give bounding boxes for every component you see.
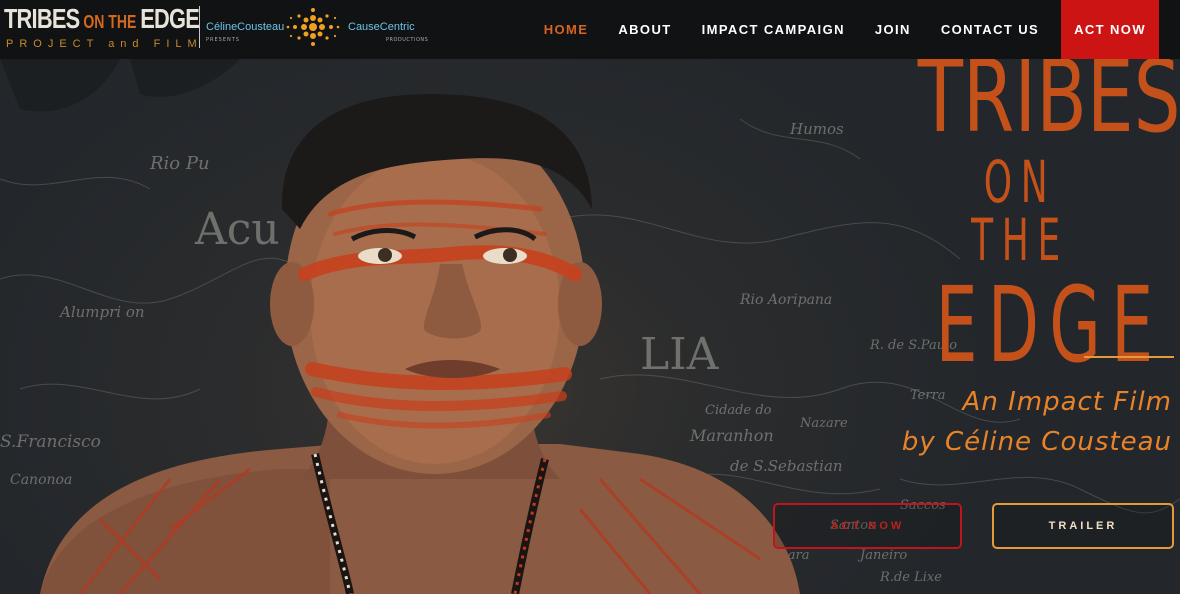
logo-title: TRIBES ON THE EDGE (4, 3, 200, 34)
title-divider (1084, 356, 1174, 358)
map-label: LIA (640, 329, 720, 380)
nav-home[interactable]: HOME (529, 0, 604, 59)
tagline-line-1: An Impact Film (962, 387, 1172, 417)
map-label: Canonoa (10, 472, 72, 488)
celine-cousteau-logo: CélineCousteau (206, 21, 285, 33)
causecentric-dots-icon (286, 8, 340, 46)
partner-logos: CélineCousteau PRESENTS CauseCentric PRO… (206, 6, 429, 48)
hero-title: TRIBES ON THE EDGE (870, 59, 1180, 386)
hero-title-line-2: ON THE (971, 148, 1069, 274)
hero-title-line-1: TRIBES (917, 59, 1180, 155)
map-label: S.Francisco (0, 432, 101, 452)
tagline-line-2: by Céline Cousteau (901, 427, 1172, 457)
hero-tagline: An Impact Film by Céline Cousteau (902, 382, 1172, 462)
hero-title-line-3: EDGE (935, 264, 1164, 386)
tribes-on-the-edge-logo[interactable]: TRIBES ON THE EDGE PROJECT and FILM (4, 3, 200, 55)
hero-trailer-button[interactable]: TRAILER (992, 503, 1174, 549)
map-label: R.de Lixe (879, 570, 942, 585)
nav-contact-us[interactable]: CONTACT US (926, 0, 1054, 59)
map-label: Acu (194, 204, 280, 255)
nav-join[interactable]: JOIN (860, 0, 926, 59)
map-label: Rio Pu (149, 153, 210, 174)
nav-act-now-button[interactable]: ACT NOW (1061, 0, 1159, 59)
logo-subtitle: PROJECT and FILM (6, 38, 203, 50)
map-label: Nazare (799, 416, 848, 431)
nav-impact-campaign[interactable]: IMPACT CAMPAIGN (687, 0, 860, 59)
map-label: Rio Aoripana (739, 292, 832, 308)
map-label: Alumpri on (58, 303, 145, 321)
main-nav: HOME ABOUT IMPACT CAMPAIGN JOIN CONTACT … (529, 0, 1180, 59)
logo-divider (199, 6, 200, 48)
hero-act-now-button[interactable]: ACT NOW (773, 503, 962, 549)
map-label: de S.Sebastian (730, 457, 843, 475)
nav-about[interactable]: ABOUT (603, 0, 686, 59)
partner-presents-label: PRESENTS (206, 37, 240, 43)
map-label: Humos (789, 120, 844, 138)
hero-section: Humos Rio Aoripana LIA Cidade do Maranho… (0, 59, 1180, 594)
map-label: Maranhon (689, 426, 774, 445)
site-header: TRIBES ON THE EDGE PROJECT and FILM Céli… (0, 0, 1180, 59)
causecentric-logo: CauseCentric (348, 21, 415, 33)
map-label: Janeiro (857, 548, 907, 563)
partner-productions-label: PRODUCTIONS (386, 37, 429, 43)
map-label: Cidade do (705, 403, 772, 418)
